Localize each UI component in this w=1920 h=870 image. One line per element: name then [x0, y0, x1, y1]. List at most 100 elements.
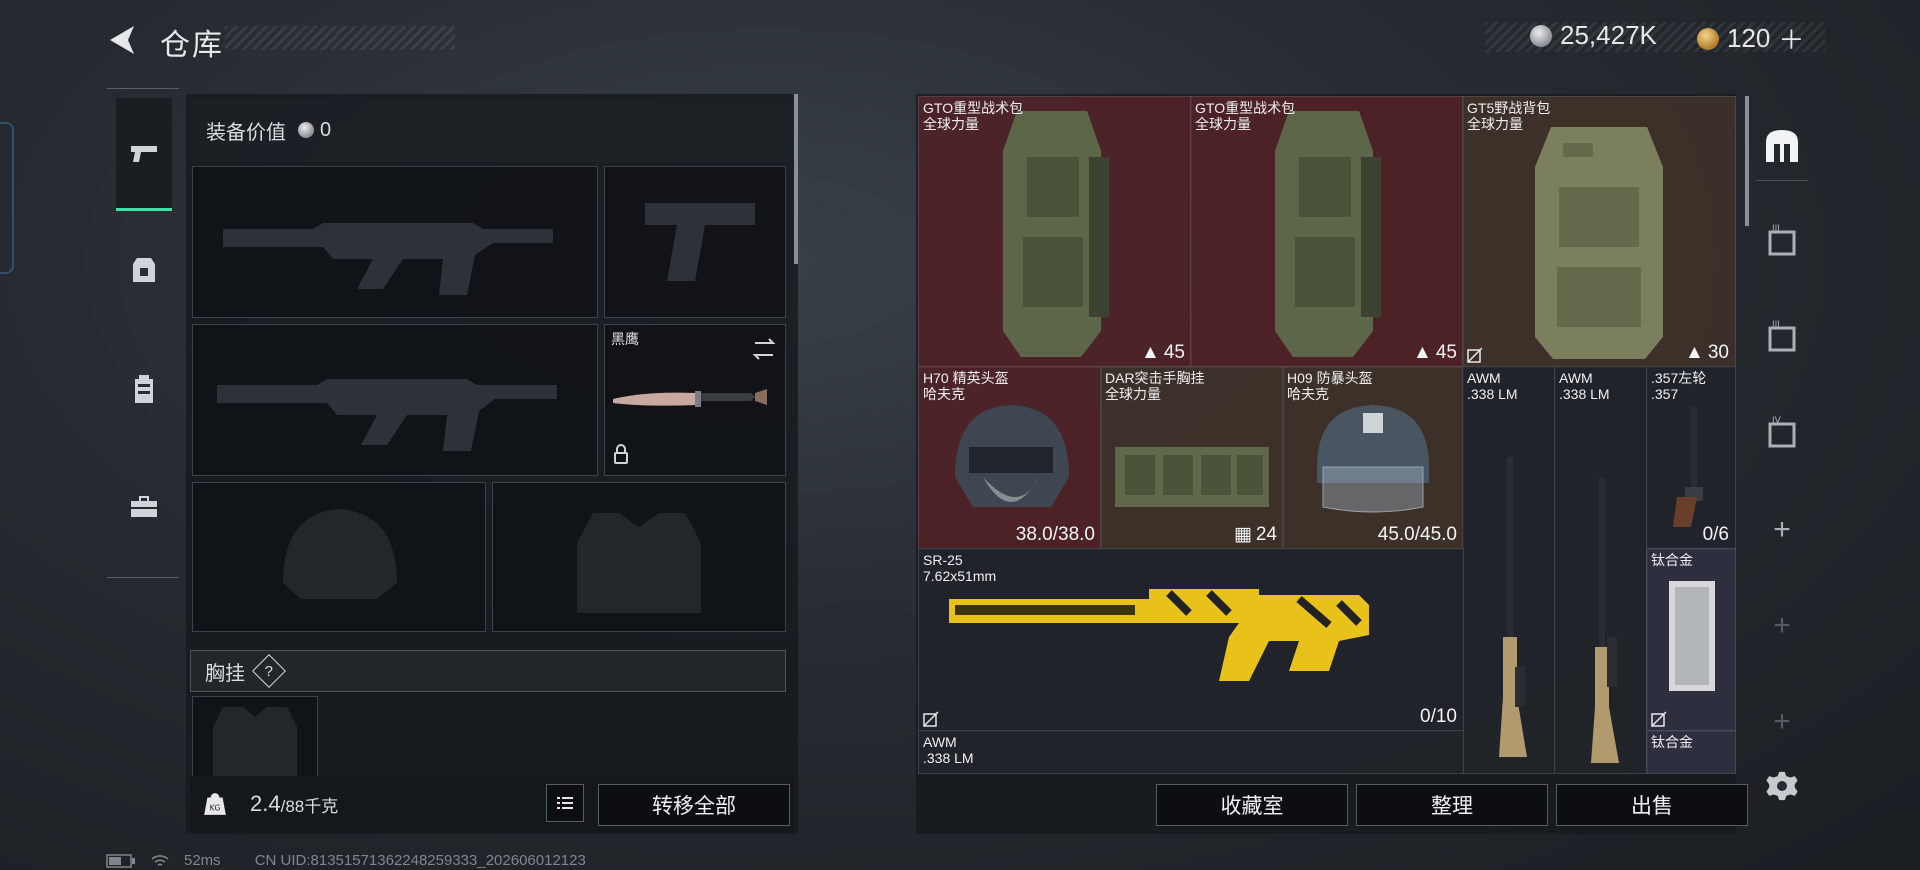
rifle-silhouette-icon: [223, 223, 553, 295]
svg-text:IV: IV: [1772, 416, 1782, 426]
sniper-rifle-art: [1591, 477, 1619, 763]
weight-current: 2.4: [250, 791, 281, 816]
item-gto-backpack-2[interactable]: GTO重型战术包 全球力量 ▲ 45: [1190, 96, 1464, 368]
pistol-icon: [131, 146, 157, 162]
equipment-scrollbar[interactable]: [794, 94, 798, 264]
tab-weapons[interactable]: [116, 98, 172, 211]
backpack-art: [1275, 111, 1381, 357]
add-gold-button[interactable]: ＋: [1778, 20, 1804, 57]
help-icon[interactable]: ?: [252, 654, 286, 688]
tab-armor[interactable]: [116, 216, 172, 326]
rail-divider: [1756, 180, 1808, 181]
helmet-slot[interactable]: [192, 482, 486, 632]
equipment-value: 0: [320, 118, 332, 141]
title-decor: [225, 26, 455, 50]
svg-text:KG: KG: [210, 804, 221, 813]
no-swap-icon: [1467, 347, 1483, 363]
gold-amount: 120: [1727, 23, 1771, 53]
tab-toolbox[interactable]: [116, 452, 172, 562]
sort-button[interactable]: 整理: [1356, 784, 1548, 826]
sniper-rifle-art: [1499, 457, 1527, 757]
storage-crate-icon: IV: [1768, 416, 1796, 448]
storage-tab-2[interactable]: III: [1756, 310, 1808, 362]
item-awm-2[interactable]: AWM .338 LM: [1554, 366, 1648, 774]
user-uid: CN UID:81351571362248259333_202606012123: [254, 852, 586, 869]
side-drawer-handle[interactable]: [0, 122, 14, 274]
tab-backpack[interactable]: [116, 334, 172, 444]
item-awm-1[interactable]: AWM .338 LM: [1462, 366, 1556, 774]
backpack-art: [1003, 111, 1109, 357]
back-arrow-icon: [110, 26, 134, 54]
silver-coin-icon: [298, 122, 314, 138]
item-h09-helmet[interactable]: H09 防暴头盔 哈夫克 45.0/45.0: [1282, 366, 1464, 550]
battery-icon: [106, 853, 135, 868]
item-gto-backpack-1[interactable]: GTO重型战术包 全球力量 ▲ 45: [918, 96, 1192, 368]
toolbox-icon: [131, 496, 157, 517]
item-h70-helmet[interactable]: H70 精英头盔 哈夫克 38.0/38.0: [918, 366, 1102, 550]
primary-weapon-slot-1[interactable]: [192, 166, 598, 318]
no-swap-icon: [1651, 711, 1667, 727]
helmet-silhouette-icon: [283, 509, 397, 599]
no-swap-icon: [923, 711, 939, 727]
weight-max: /88千克: [280, 796, 339, 816]
primary-weapon-slot-2[interactable]: [192, 324, 598, 476]
warehouse-icon: [1766, 130, 1798, 162]
equipment-value-label: 装备价值: [206, 121, 286, 144]
item-gt5-backpack[interactable]: GT5野战背包 全球力量 ▲ 30: [1462, 96, 1736, 368]
silver-currency[interactable]: 25,427K: [1530, 20, 1657, 51]
add-storage-button[interactable]: +: [1756, 504, 1808, 556]
settings-button[interactable]: [1756, 760, 1808, 812]
equipment-value-bar: 装备价值 0: [190, 98, 794, 162]
storage-crate-icon: III: [1768, 224, 1796, 256]
knife-art: [613, 338, 776, 464]
body-armor-slot[interactable]: [492, 482, 786, 632]
lock-icon: [614, 452, 628, 464]
chest-rig-silhouette-icon: [213, 707, 297, 777]
item-sr25-rifle[interactable]: SR-25 7.62x51mm 0/10: [918, 548, 1464, 732]
chest-rig-slot[interactable]: [192, 696, 318, 778]
armor-icon: [133, 258, 155, 282]
pistol-silhouette-icon: [645, 203, 755, 281]
capacity-icon: ▲: [1413, 342, 1432, 363]
chest-rig-header: 胸挂 ?: [190, 650, 786, 692]
warehouse-tab[interactable]: [1756, 120, 1808, 172]
list-view-button[interactable]: [546, 784, 584, 822]
chest-rig-label: 胸挂: [205, 662, 245, 685]
silver-coin-icon: [1530, 24, 1552, 47]
gold-coin-icon: [1697, 27, 1719, 50]
backpack-icon: [135, 375, 153, 403]
sell-button[interactable]: 出售: [1556, 784, 1748, 826]
silver-amount: 25,427K: [1560, 20, 1657, 50]
item-357-revolver[interactable]: .357左轮 .357 0/6: [1646, 366, 1736, 550]
svg-text:III: III: [1772, 320, 1780, 330]
item-awm-3[interactable]: AWM .338 LM: [918, 730, 1464, 774]
titanium-plate-art: [1669, 581, 1715, 691]
transfer-all-button[interactable]: 转移全部: [598, 784, 790, 826]
item-dar-chest-rig[interactable]: DAR突击手胸挂 全球力量 ▦ 24: [1100, 366, 1284, 550]
slots-icon: ▦: [1233, 524, 1252, 545]
weight-icon: KG: [204, 793, 226, 815]
svg-text:III: III: [1772, 224, 1780, 234]
melee-slot[interactable]: 黑鹰: [604, 324, 786, 476]
back-button[interactable]: [104, 22, 144, 58]
collection-room-button[interactable]: 收藏室: [1156, 784, 1348, 826]
wifi-icon: [151, 854, 169, 866]
locked-storage-slot: +: [1773, 705, 1791, 738]
capacity-icon: ▲: [1685, 342, 1704, 363]
storage-tab-1[interactable]: III: [1756, 214, 1808, 266]
sr25-rifle-art: [949, 589, 1369, 681]
warehouse-scrollbar[interactable]: [1745, 96, 1749, 226]
backpack-art: [1535, 127, 1663, 359]
pistol-slot[interactable]: [604, 166, 786, 318]
vest-silhouette-icon: [577, 513, 701, 613]
gold-currency[interactable]: 120 ＋: [1697, 20, 1804, 57]
item-titanium-2[interactable]: 钛合金: [1646, 730, 1736, 774]
storage-crate-icon: III: [1768, 320, 1796, 352]
storage-tab-3[interactable]: IV: [1756, 406, 1808, 458]
item-titanium-1[interactable]: 钛合金: [1646, 548, 1736, 732]
page-title: 仓库: [160, 29, 224, 62]
list-icon: [557, 797, 573, 809]
rifle-silhouette-icon: [217, 379, 557, 451]
status-bar: 52ms CN UID:81351571362248259333_2026060…: [106, 852, 586, 869]
capacity-icon: ▲: [1141, 342, 1160, 363]
